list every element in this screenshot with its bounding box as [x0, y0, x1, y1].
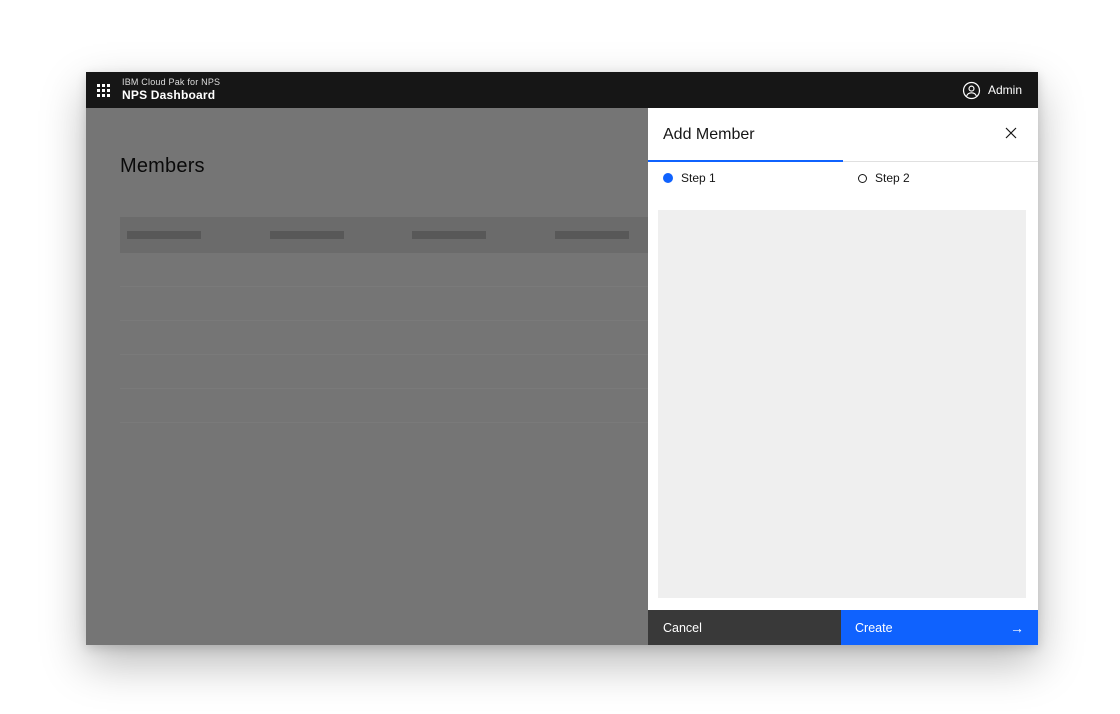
app-switcher-grid-icon — [97, 84, 110, 97]
create-button[interactable]: Create → — [841, 610, 1038, 645]
progress-step-1[interactable]: Step 1 — [648, 160, 843, 195]
panel-header: Add Member — [648, 108, 1038, 160]
panel-title: Add Member — [663, 126, 755, 144]
app-window: IBM Cloud Pak for NPS NPS Dashboard Admi… — [86, 72, 1038, 645]
app-name: NPS Dashboard — [122, 88, 220, 102]
user-avatar-icon — [962, 81, 981, 100]
arrow-right-icon: → — [1010, 621, 1024, 635]
user-name-label: Admin — [988, 83, 1022, 97]
create-button-label: Create — [855, 621, 893, 635]
step-current-icon — [663, 173, 673, 183]
product-name: IBM Cloud Pak for NPS — [122, 77, 220, 88]
cancel-button-label: Cancel — [663, 621, 702, 635]
cancel-button[interactable]: Cancel — [648, 610, 841, 645]
step-label: Step 1 — [681, 171, 716, 185]
close-button[interactable] — [995, 117, 1027, 149]
app-switcher-button[interactable] — [86, 72, 120, 108]
panel-footer: Cancel Create → — [648, 610, 1038, 645]
header-titles: IBM Cloud Pak for NPS NPS Dashboard — [122, 77, 220, 102]
close-icon — [1005, 127, 1017, 139]
user-menu[interactable]: Admin — [962, 81, 1038, 100]
step-incomplete-icon — [858, 174, 867, 183]
add-member-side-panel: Add Member Step 1 Step 2 Cancel — [648, 108, 1038, 645]
step-label: Step 2 — [875, 171, 910, 185]
progress-step-2[interactable]: Step 2 — [843, 161, 1038, 195]
panel-content-placeholder — [658, 210, 1026, 598]
app-header: IBM Cloud Pak for NPS NPS Dashboard Admi… — [86, 72, 1038, 108]
progress-indicator: Step 1 Step 2 — [648, 160, 1038, 195]
